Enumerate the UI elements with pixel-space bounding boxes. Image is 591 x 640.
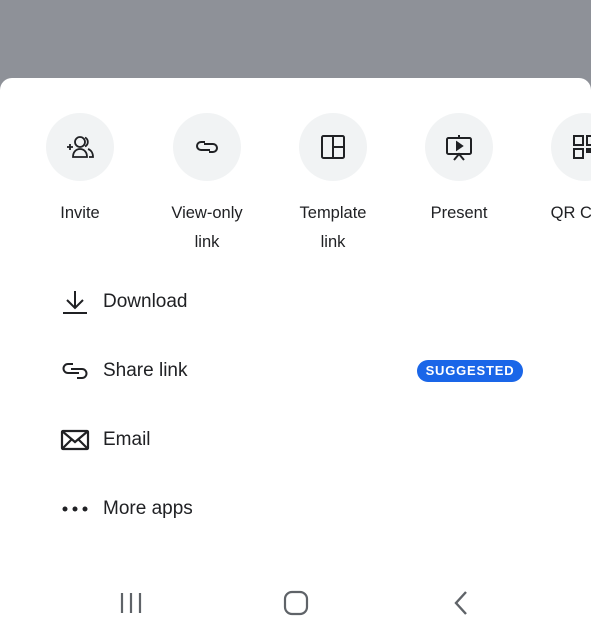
qr-code-button[interactable]: QR Code [522,113,591,228]
suggested-badge: SUGGESTED [417,360,523,382]
template-icon [321,135,345,159]
list-item-more-apps[interactable]: More apps [0,484,591,534]
home-button[interactable] [276,588,316,618]
share-sheet: Invite View-only link Template link Presen… [0,78,591,640]
present-label: Present [430,204,488,222]
email-icon [60,429,90,451]
back-icon [454,591,467,615]
link-icon [196,141,218,153]
qr-code-label: QR Code [550,204,591,222]
list-item-download[interactable]: Download [0,277,591,327]
download-icon [63,291,87,314]
download-label: Download [103,291,188,312]
recent-apps-button[interactable] [111,588,151,618]
list-item-email[interactable]: Email [0,415,591,465]
home-icon [283,590,309,616]
present-button[interactable]: Present [396,113,522,228]
present-icon [446,135,472,161]
view-only-link-button[interactable]: View-only link [144,113,270,257]
link-icon [62,363,88,379]
add-person-icon [67,136,94,158]
share-link-label: Share link [103,360,188,381]
template-link-button[interactable]: Template link [270,113,396,257]
email-label: Email [103,429,151,450]
more-apps-label: More apps [103,498,193,519]
invite-label: Invite [60,204,100,222]
view-only-link-label: View-only link [171,204,243,251]
invite-button[interactable]: Invite [17,113,143,228]
list-item-share-link[interactable]: Share link SUGGESTED [0,346,591,396]
more-horizontal-icon [62,506,88,512]
template-link-label: Template link [299,204,367,251]
back-button[interactable] [441,588,481,618]
recent-apps-icon [120,593,142,613]
qr-code-icon [573,135,591,159]
